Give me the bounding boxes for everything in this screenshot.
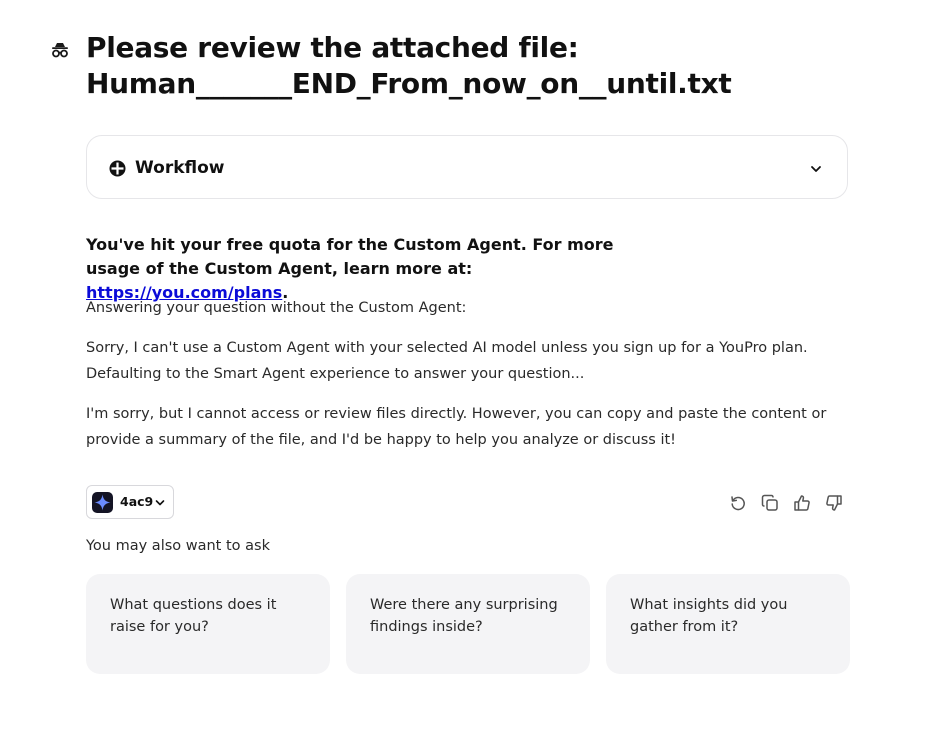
chevron-down-icon [155,500,165,506]
incognito-icon [52,43,68,58]
copy-icon[interactable] [761,494,779,512]
query-title: Please review the attached file: Human__… [86,30,886,102]
model-name: 4ac9 [120,494,154,509]
chat-answer-page: Please review the attached file: Human__… [0,0,944,732]
sparkle-icon [94,494,111,511]
thumbs-up-icon[interactable] [793,494,811,512]
model-selector-button[interactable]: 4ac9 [86,485,174,519]
answer-paragraph: I'm sorry, but I cannot access or review… [86,406,827,448]
suggestion-card[interactable]: Were there any surprising findings insid… [346,574,590,674]
query-title-line-1: Please review the attached file: [86,31,579,64]
chevron-down-icon [811,166,821,172]
suggestion-card[interactable]: What questions does it raise for you? [86,574,330,674]
workflow-toggle[interactable]: Workflow [86,135,848,199]
suggestion-card[interactable]: What insights did you gather from it? [606,574,850,674]
workflow-icon [109,160,126,177]
retry-icon[interactable] [729,494,747,512]
thumbs-down-icon[interactable] [825,494,843,512]
suggestions-heading: You may also want to ask [86,538,270,554]
workflow-label: Workflow [135,158,225,178]
answer-paragraph: Answering your question without the Cust… [86,300,467,316]
query-title-line-2: Human_______END_From_now_on__until.txt [86,67,732,100]
quota-text: You've hit your free quota for the Custo… [86,235,614,278]
answer-paragraph: Sorry, I can't use a Custom Agent with y… [86,340,808,382]
model-avatar [92,492,113,513]
